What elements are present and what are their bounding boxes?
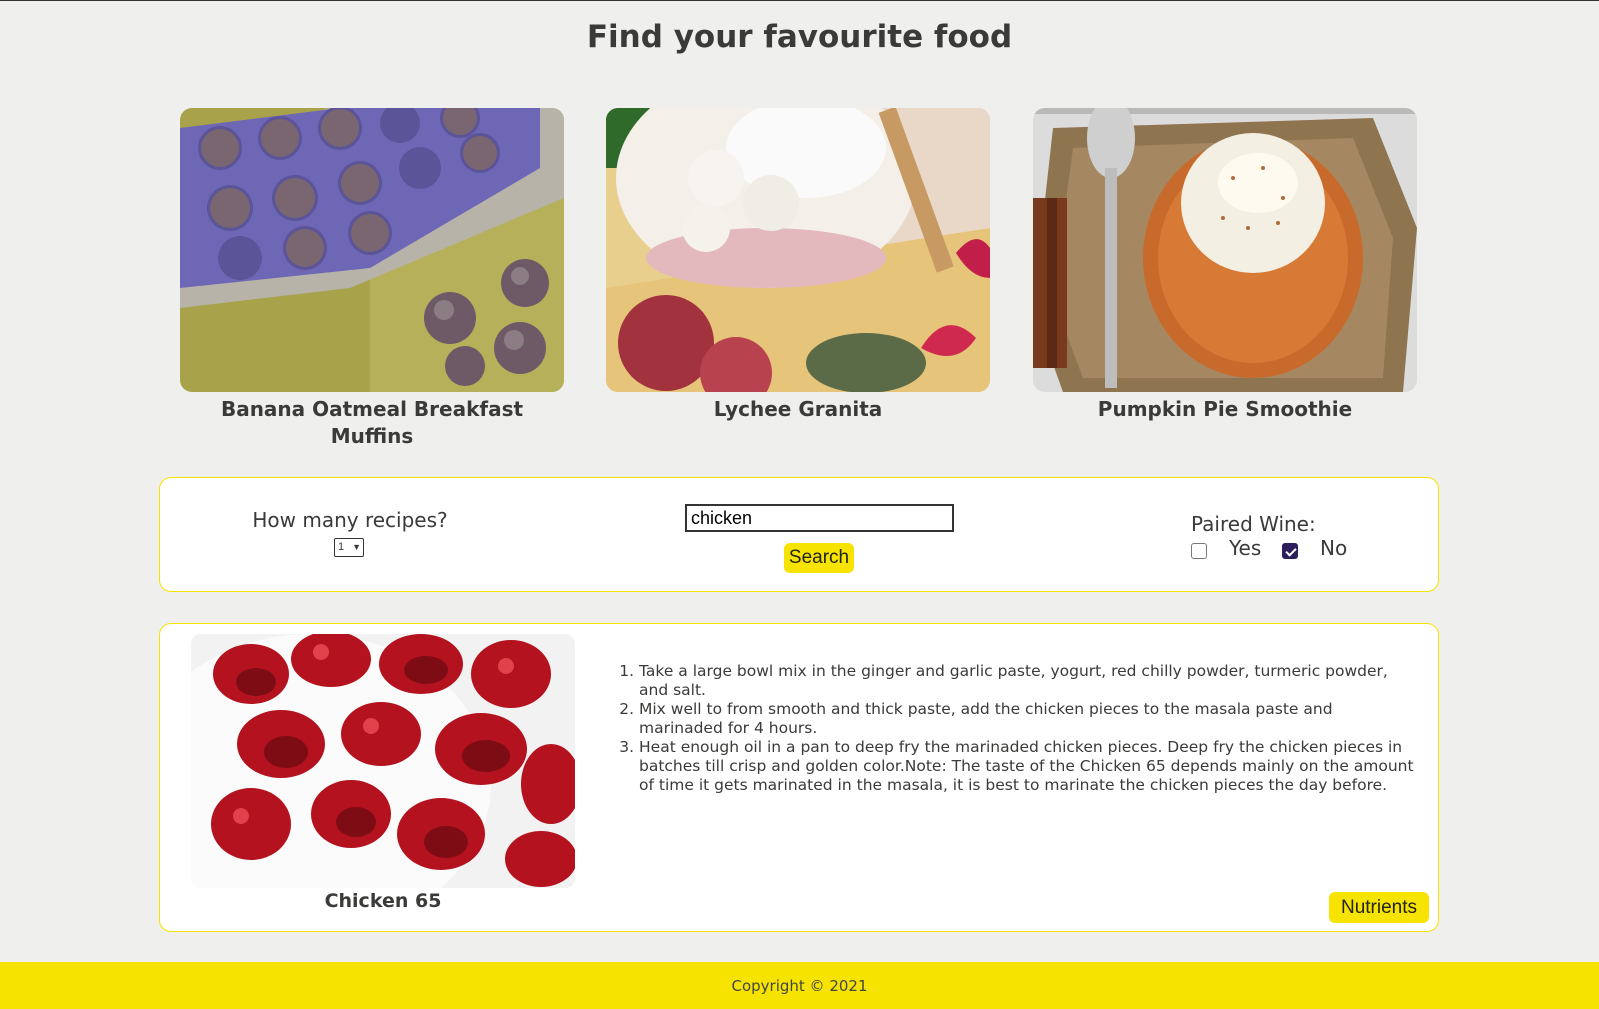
recipe-title[interactable]: Banana Oatmeal Breakfast Muffins: [180, 396, 564, 450]
recipe-title[interactable]: Pumpkin Pie Smoothie: [1033, 396, 1417, 423]
wine-no-option[interactable]: No: [1282, 536, 1347, 560]
recipe-count-select[interactable]: 1 ▼: [334, 538, 364, 557]
instruction-step: Take a large bowl mix in the ginger and …: [639, 662, 1415, 700]
footer: Copyright © 2021: [0, 962, 1599, 1009]
search-button[interactable]: Search: [784, 543, 854, 573]
wine-no-checkbox[interactable]: [1282, 543, 1298, 559]
muffins-image[interactable]: [180, 108, 564, 392]
paired-wine-label: Paired Wine:: [1191, 512, 1316, 536]
wine-yes-option[interactable]: Yes: [1191, 536, 1261, 560]
recipe-card[interactable]: Lychee Granita: [606, 108, 990, 423]
search-panel: How many recipes? 1 ▼ chicken Search Pai…: [159, 477, 1439, 592]
chicken-65-image[interactable]: [191, 634, 575, 888]
pumpkin-smoothie-image[interactable]: [1033, 108, 1417, 392]
instruction-step: Mix well to from smooth and thick paste,…: [639, 700, 1415, 738]
nutrients-button[interactable]: Nutrients: [1329, 892, 1429, 923]
instruction-step: Heat enough oil in a pan to deep fry the…: [639, 738, 1415, 795]
recipe-title[interactable]: Lychee Granita: [606, 396, 990, 423]
result-card: Chicken 65 Take a large bowl mix in the …: [159, 623, 1439, 932]
search-input[interactable]: chicken: [685, 504, 954, 532]
recipe-card[interactable]: Banana Oatmeal Breakfast Muffins: [180, 108, 564, 450]
chevron-down-icon: ▼: [352, 542, 361, 552]
recipe-card[interactable]: Pumpkin Pie Smoothie: [1033, 108, 1417, 423]
recipe-count-label: How many recipes?: [252, 508, 448, 532]
result-title[interactable]: Chicken 65: [191, 890, 575, 912]
copyright-text: Copyright © 2021: [731, 977, 868, 995]
wine-yes-label: Yes: [1229, 536, 1262, 560]
instructions-list: Take a large bowl mix in the ginger and …: [615, 662, 1415, 795]
wine-no-label: No: [1320, 536, 1348, 560]
wine-yes-checkbox[interactable]: [1191, 543, 1207, 559]
recipe-count-value: 1: [338, 541, 345, 553]
lychee-granita-image[interactable]: [606, 108, 990, 392]
page-title: Find your favourite food: [586, 19, 1013, 55]
featured-recipes: Banana Oatmeal Breakfast Muffins Lychee …: [0, 108, 1599, 448]
